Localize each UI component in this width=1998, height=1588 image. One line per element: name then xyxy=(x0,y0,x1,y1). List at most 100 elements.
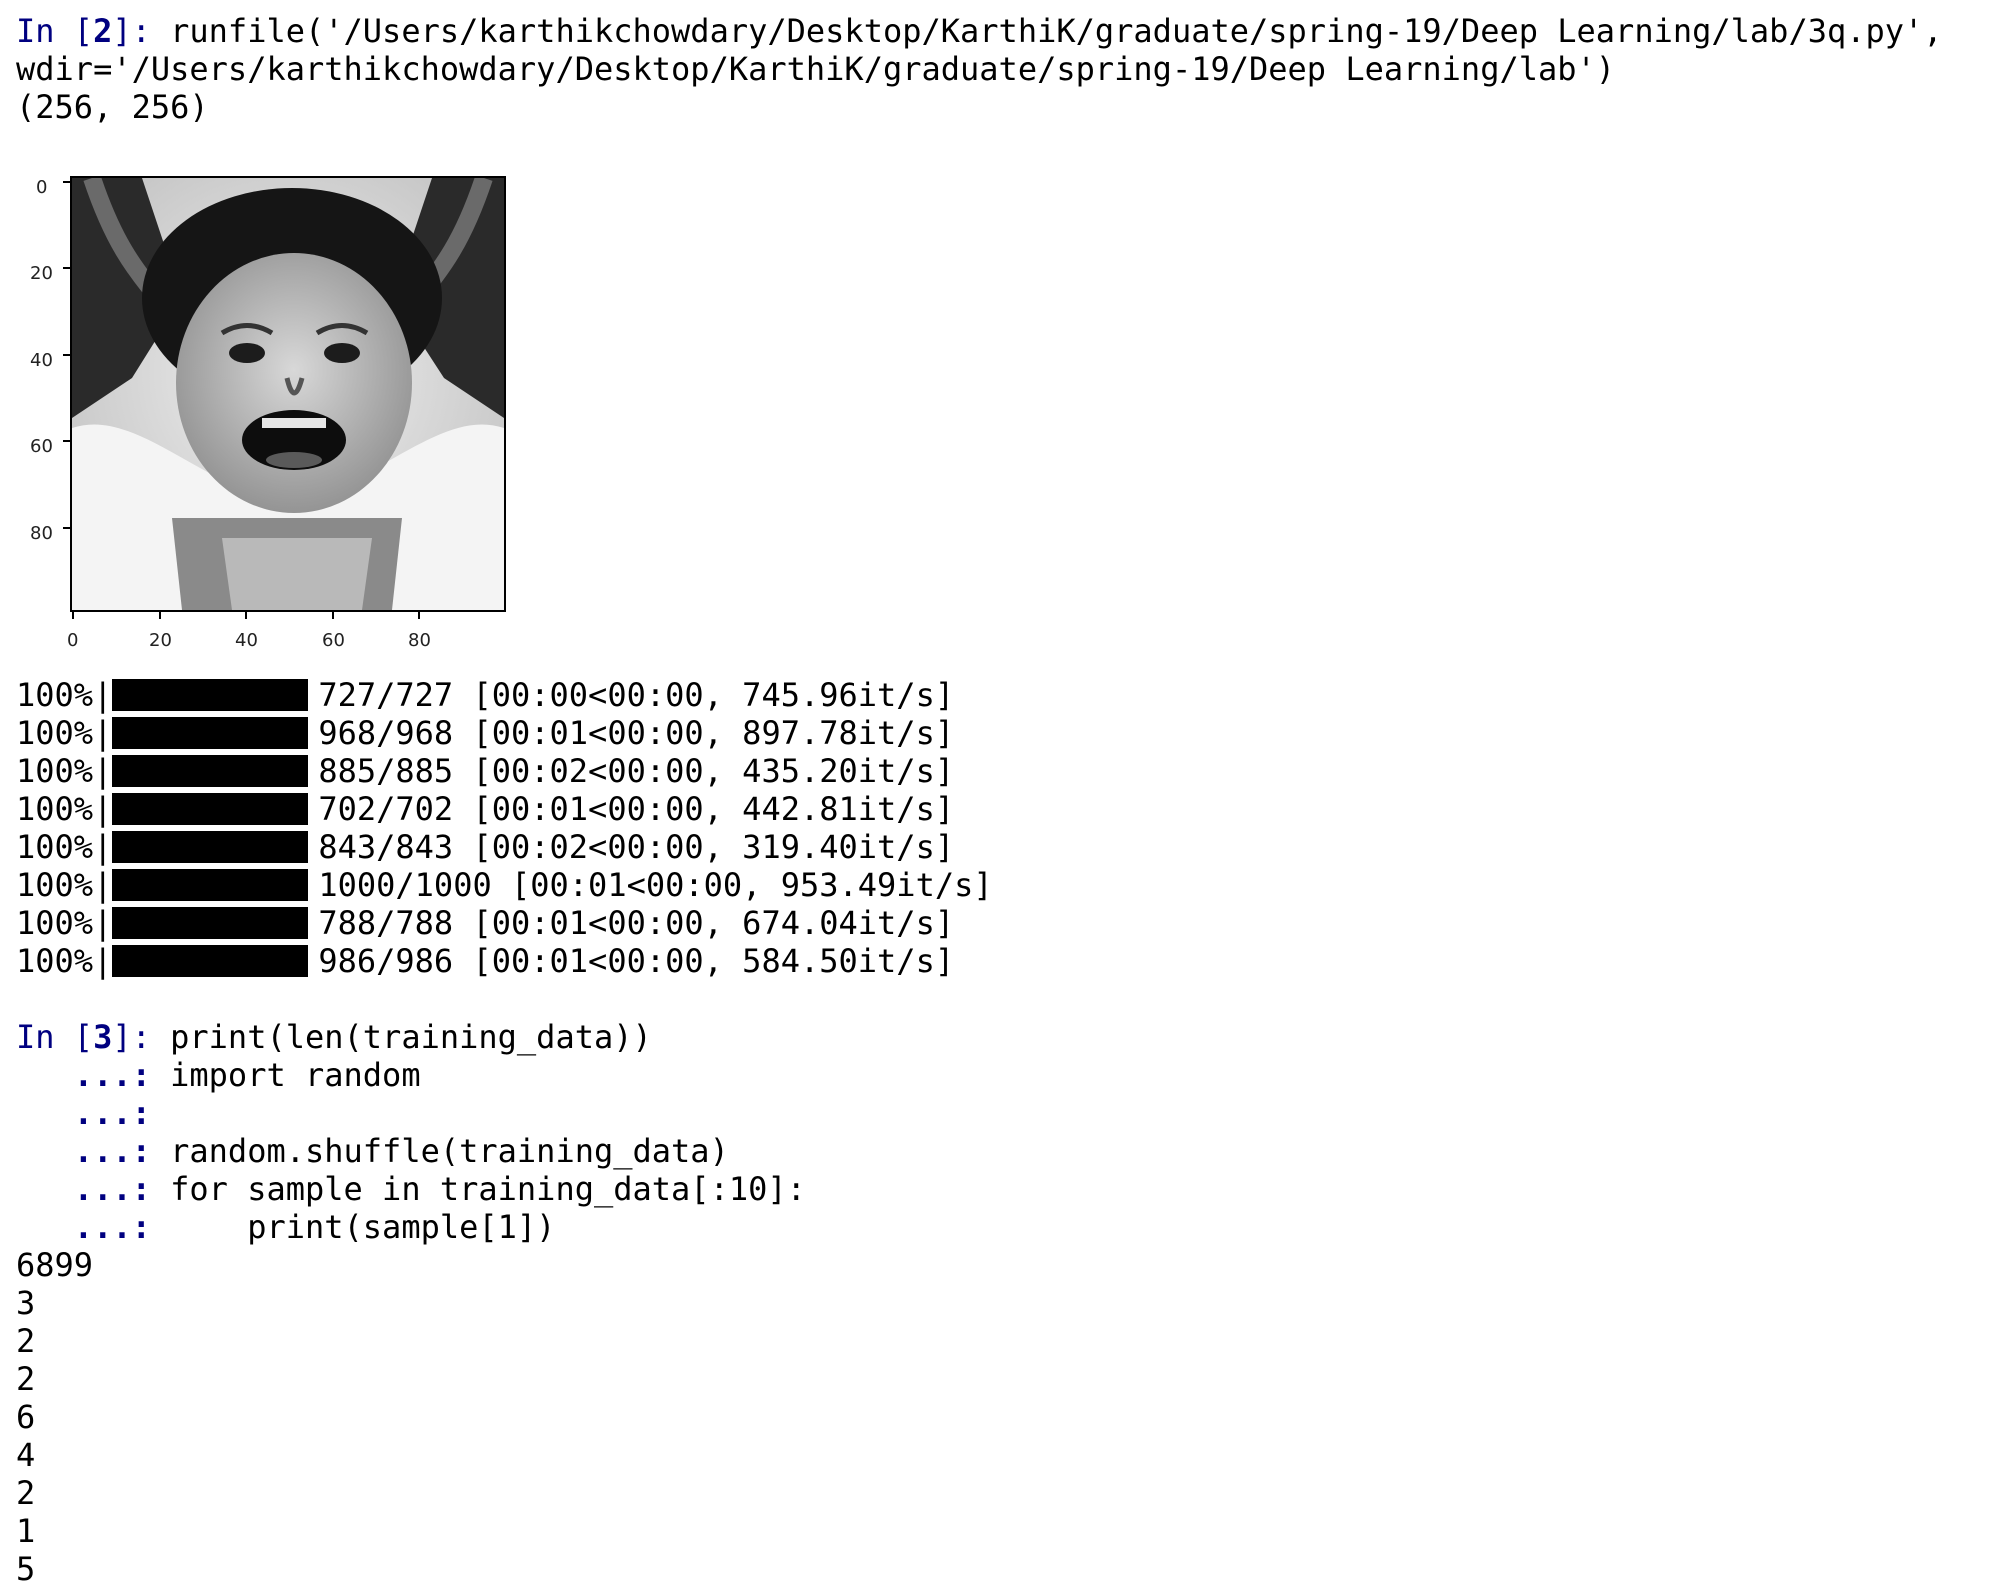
in-prompt-close: ]: xyxy=(112,12,151,50)
x-tick-label: 60 xyxy=(322,630,345,651)
progress-stats: 1000/1000 [00:01<00:00, 953.49it/s] xyxy=(318,866,993,904)
progress-row: 100% | 788/788 [00:01<00:00, 674.04it/s] xyxy=(16,904,955,942)
progress-fill xyxy=(112,793,306,825)
progress-row: 100% | 702/702 [00:01<00:00, 442.81it/s] xyxy=(16,790,955,828)
output-line: 4 xyxy=(16,1436,36,1474)
output-line: (256, 256) xyxy=(16,88,209,126)
continuation-line: ...: import random xyxy=(16,1056,1986,1094)
progress-fill xyxy=(112,755,306,787)
progress-bar xyxy=(112,869,309,901)
output-line: 2 xyxy=(16,1474,36,1512)
continuation-prompt: ...: xyxy=(16,1056,151,1094)
progress-percent: 100% xyxy=(16,676,94,714)
in-prompt-label: In [ xyxy=(16,12,94,50)
progress-fill xyxy=(112,869,306,901)
y-tick-label: 40 xyxy=(30,350,53,371)
progress-stats: 986/986 [00:01<00:00, 584.50it/s] xyxy=(318,942,955,980)
x-tick-mark xyxy=(245,612,247,619)
y-tick-mark xyxy=(63,267,70,269)
continuation-line: ...: print(sample[1]) xyxy=(16,1208,1986,1246)
progress-fill xyxy=(112,679,306,711)
y-tick-label: 0 xyxy=(36,177,48,198)
progress-stats: 968/968 [00:01<00:00, 897.78it/s] xyxy=(318,714,955,752)
in3-prompt-line: In [3]: print(len(training_data)) xyxy=(16,1018,1986,1056)
progress-bar xyxy=(112,831,309,863)
code-line: runfile('/Users/karthikchowdary/Desktop/… xyxy=(150,12,1943,50)
image-axes xyxy=(70,176,506,612)
progress-row: 100% | 843/843 [00:02<00:00, 319.40it/s] xyxy=(16,828,955,866)
code-line: import random xyxy=(150,1056,421,1094)
x-tick-label: 20 xyxy=(149,630,172,651)
progress-bar xyxy=(112,945,309,977)
output-line: 2 xyxy=(16,1322,36,1360)
x-tick-mark xyxy=(72,612,74,619)
output-line: 1 xyxy=(16,1512,36,1550)
progress-stats: 702/702 [00:01<00:00, 442.81it/s] xyxy=(318,790,955,828)
progress-bar xyxy=(112,907,309,939)
output-line: 6 xyxy=(16,1398,36,1436)
progress-row: 100% | 1000/1000 [00:01<00:00, 953.49it/s] xyxy=(16,866,993,904)
progress-fill xyxy=(112,945,306,977)
code-line: print(len(training_data)) xyxy=(150,1018,652,1056)
y-tick-mark xyxy=(63,181,70,183)
in-prompt-number: 3 xyxy=(93,1018,113,1056)
progress-bar-list: 100% | 727/727 [00:00<00:00, 745.96it/s] 1… xyxy=(16,676,1986,980)
code-line: for sample in training_data[:10]: xyxy=(150,1170,806,1208)
y-tick-label: 20 xyxy=(30,263,53,284)
in-prompt-label: In [ xyxy=(16,1018,94,1056)
progress-stats: 788/788 [00:01<00:00, 674.04it/s] xyxy=(318,904,955,942)
progress-row: 100% | 885/885 [00:02<00:00, 435.20it/s] xyxy=(16,752,955,790)
progress-percent: 100% xyxy=(16,828,94,866)
continuation-prompt: ...: xyxy=(16,1208,151,1246)
progress-percent: 100% xyxy=(16,714,94,752)
progress-fill xyxy=(112,907,306,939)
output-line: 3 xyxy=(16,1284,36,1322)
continuation-line: ...: random.shuffle(training_data) xyxy=(16,1132,1986,1170)
y-tick-label: 60 xyxy=(30,436,53,457)
output-line: 2 xyxy=(16,1360,36,1398)
continuation-line: ...: xyxy=(16,1094,1986,1132)
code-line: wdir='/Users/karthikchowdary/Desktop/Kar… xyxy=(16,50,1616,88)
in2-prompt-line: In [2]: runfile('/Users/karthikchowdary/… xyxy=(16,12,1986,50)
x-tick-label: 0 xyxy=(67,630,79,651)
progress-stats: 727/727 [00:00<00:00, 745.96it/s] xyxy=(318,676,955,714)
x-tick-label: 80 xyxy=(408,630,431,651)
progress-stats: 843/843 [00:02<00:00, 319.40it/s] xyxy=(318,828,955,866)
in-prompt-number: 2 xyxy=(93,12,113,50)
y-tick-mark xyxy=(63,440,70,442)
progress-row: 100% | 986/986 [00:01<00:00, 584.50it/s] xyxy=(16,942,955,980)
progress-percent: 100% xyxy=(16,942,94,980)
ipython-console[interactable]: In [2]: runfile('/Users/karthikchowdary/… xyxy=(16,12,1986,1588)
x-tick-mark xyxy=(332,612,334,619)
progress-row: 100% | 968/968 [00:01<00:00, 897.78it/s] xyxy=(16,714,955,752)
x-tick-mark xyxy=(418,612,420,619)
progress-percent: 100% xyxy=(16,752,94,790)
progress-fill xyxy=(112,717,306,749)
continuation-prompt: ...: xyxy=(16,1170,151,1208)
progress-percent: 100% xyxy=(16,790,94,828)
continuation-prompt: ...: xyxy=(16,1094,151,1132)
output-line: 5 xyxy=(16,1550,36,1588)
y-tick-mark xyxy=(63,354,70,356)
grayscale-face-image xyxy=(72,178,504,610)
code-line: print(sample[1]) xyxy=(150,1208,556,1246)
progress-fill xyxy=(112,831,306,863)
progress-bar xyxy=(112,717,309,749)
code-line: random.shuffle(training_data) xyxy=(150,1132,729,1170)
progress-bar xyxy=(112,679,309,711)
y-tick-label: 80 xyxy=(30,523,53,544)
continuation-prompt: ...: xyxy=(16,1132,151,1170)
progress-percent: 100% xyxy=(16,866,94,904)
x-tick-label: 40 xyxy=(235,630,258,651)
in-prompt-close: ]: xyxy=(112,1018,151,1056)
progress-stats: 885/885 [00:02<00:00, 435.20it/s] xyxy=(318,752,955,790)
progress-bar xyxy=(112,793,309,825)
x-tick-mark xyxy=(159,612,161,619)
progress-bar xyxy=(112,755,309,787)
y-tick-mark xyxy=(63,527,70,529)
image-plot: 0 20 40 60 80 0 20 40 60 80 xyxy=(16,126,576,676)
continuation-line: ...: for sample in training_data[:10]: xyxy=(16,1170,1986,1208)
output-line: 6899 xyxy=(16,1246,94,1284)
progress-percent: 100% xyxy=(16,904,94,942)
